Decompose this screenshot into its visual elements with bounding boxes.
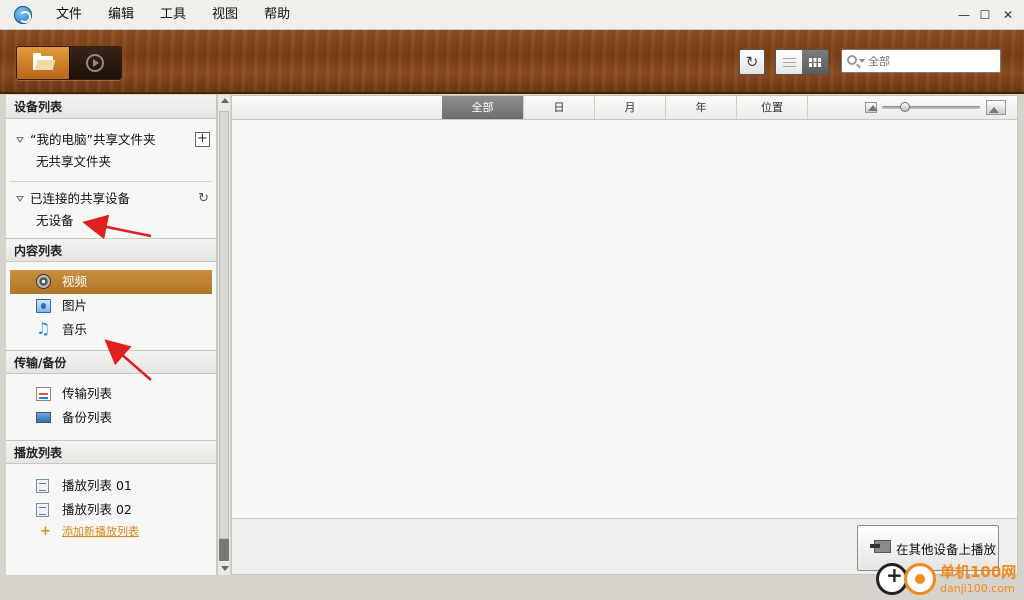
add-share-folder-button[interactable]: + [195,132,210,147]
list-view-button[interactable] [776,50,802,74]
grid-icon [809,57,821,67]
collapse-triangle-icon[interactable] [16,196,24,202]
add-playlist-link[interactable]: + 添加新播放列表 [10,522,212,542]
watermark: 单机100网 danji100.com [876,561,1024,600]
scroll-down-icon[interactable] [221,566,229,571]
devices-header: 设备列表 [6,95,216,119]
grid-view-button[interactable] [802,50,828,74]
sidebar-item-photos[interactable]: 图片 [10,294,212,318]
sidebar-item-label: 播放列表 02 [62,502,132,517]
sidebar-item-label: 备份列表 [62,410,113,425]
search-box [841,49,1001,73]
connected-devices-label: 已连接的共享设备 [30,191,131,206]
zoom-slider[interactable] [882,106,980,109]
tab-year[interactable]: 年 [666,96,737,119]
film-reel-icon [36,274,51,289]
play-on-other-device-label: 在其他设备上播放 [896,541,997,557]
sidebar: 设备列表 “我的电脑”共享文件夹 + 无共享文件夹 已连接的共享设备 ↻ 无设备… [6,95,217,575]
title-bar: 文件 编辑 工具 视图 帮助 — ☐ ✕ [0,0,1024,30]
sidebar-item-label: 播放列表 01 [62,478,132,493]
thumbnail-large-icon[interactable] [986,100,1006,115]
watermark-url: danji100.com [940,582,1015,595]
chevron-down-icon[interactable] [859,59,865,63]
playlist-icon [36,479,49,493]
menu-edit[interactable]: 编辑 [96,0,146,30]
tab-month[interactable]: 月 [595,96,666,119]
main-panel: 全部 日 月 年 位置 在其他设备上播放 [231,95,1018,575]
search-input[interactable] [868,52,996,70]
tab-day[interactable]: 日 [524,96,595,119]
photo-icon [36,299,51,313]
browse-mode-button[interactable] [17,47,69,79]
sidebar-item-backup-list[interactable]: 备份列表 [10,406,212,430]
play-mode-button[interactable] [68,47,121,79]
cast-icon [870,540,891,556]
view-switch [775,49,829,75]
no-share-folder-text: 无共享文件夹 [36,154,112,169]
divider [10,181,212,182]
collapse-triangle-icon[interactable] [16,137,24,143]
sidebar-item-label: 图片 [62,298,88,313]
sidebar-item-playlist-01[interactable]: 播放列表 01 [10,474,212,498]
search-icon[interactable] [847,55,857,65]
list-icon [782,57,796,67]
menu-view[interactable]: 视图 [200,0,250,30]
menu-bar: 文件 编辑 工具 视图 帮助 [44,0,304,30]
sidebar-item-transfer-list[interactable]: 传输列表 [10,382,212,406]
menu-tools[interactable]: 工具 [148,0,198,30]
scroll-up-icon[interactable] [221,98,229,103]
playlists-header: 播放列表 [6,440,216,464]
tab-location[interactable]: 位置 [737,96,808,119]
scrollbar-track[interactable] [219,111,229,539]
thumbnail-small-icon[interactable] [865,102,878,113]
app-logo-icon [14,6,32,24]
watermark-logo-icon [904,563,936,595]
menu-help[interactable]: 帮助 [252,0,302,30]
my-pc-share-label: “我的电脑”共享文件夹 [30,132,156,147]
sidebar-scrollbar[interactable] [217,95,230,575]
sidebar-item-video[interactable]: 视频 [10,270,212,294]
transfer-header: 传输/备份 [6,350,216,374]
sidebar-item-label: 传输列表 [62,386,113,401]
tab-all[interactable]: 全部 [442,96,524,119]
sidebar-item-label: 音乐 [62,322,88,337]
menu-file[interactable]: 文件 [44,0,94,30]
plus-icon: + [40,524,51,539]
music-note-icon [36,317,50,341]
sidebar-item-music[interactable]: 音乐 [10,317,212,342]
content-header: 内容列表 [6,238,216,262]
folder-icon [32,53,53,70]
filter-tab-bar: 全部 日 月 年 位置 [232,96,1017,120]
playlist-icon [36,503,49,517]
sidebar-item-label: 视频 [62,274,88,289]
backup-icon [36,412,51,423]
minimize-button[interactable]: — [955,6,973,24]
close-button[interactable]: ✕ [999,6,1017,24]
connected-devices-node[interactable]: 已连接的共享设备 ↻ [6,188,216,210]
toolbar: ↻ [0,30,1024,94]
play-icon [86,54,105,72]
add-playlist-label: 添加新播放列表 [62,525,139,538]
sidebar-item-playlist-02[interactable]: 播放列表 02 [10,498,212,522]
zoom-slider-thumb[interactable] [899,102,910,112]
refresh-devices-icon[interactable]: ↻ [198,188,209,210]
no-device-text: 无设备 [36,213,74,228]
my-pc-share-node[interactable]: “我的电脑”共享文件夹 + [6,129,216,151]
maximize-button[interactable]: ☐ [976,6,994,24]
mode-switch [16,46,122,80]
transfer-icon [36,387,51,401]
scrollbar-thumb[interactable] [219,539,229,561]
media-content-area[interactable] [232,120,1017,518]
refresh-button[interactable]: ↻ [739,49,765,75]
watermark-title: 单机100网 [940,563,1017,581]
